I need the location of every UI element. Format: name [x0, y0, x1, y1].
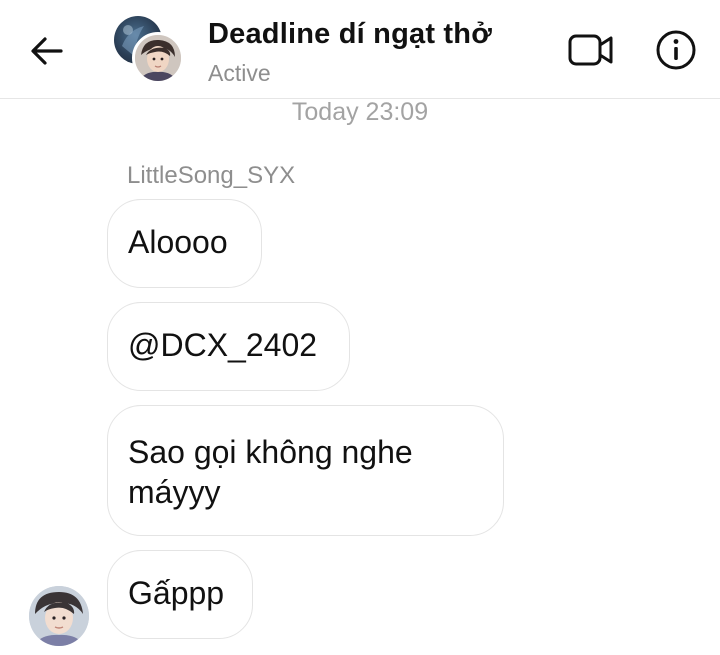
message-timestamp: Today 23:09 [291, 98, 429, 126]
message-bubble[interactable]: Aloooo [107, 199, 262, 288]
info-icon [656, 30, 696, 70]
group-avatar-front [132, 32, 184, 84]
video-call-button[interactable] [565, 28, 617, 72]
chat-header: Deadline dí ngạt thở Active [0, 0, 720, 99]
message-bubble[interactable]: @DCX_2402 [107, 302, 350, 391]
active-status: Active [208, 60, 271, 86]
back-button[interactable] [22, 28, 72, 74]
chat-screen: Deadline dí ngạt thở Active Today 23:09 … [0, 0, 720, 655]
info-button[interactable] [652, 28, 700, 72]
sender-name: LittleSong_SYX [127, 162, 296, 189]
sender-avatar[interactable] [29, 586, 89, 646]
arrow-left-icon [31, 37, 63, 65]
message-bubble[interactable]: Sao gọi không nghe máyyy [107, 405, 504, 536]
chat-title[interactable]: Deadline dí ngạt thở [208, 18, 492, 51]
message-bubble[interactable]: Gấppp [107, 550, 253, 639]
group-avatar[interactable] [114, 16, 184, 84]
video-camera-icon [568, 34, 613, 66]
